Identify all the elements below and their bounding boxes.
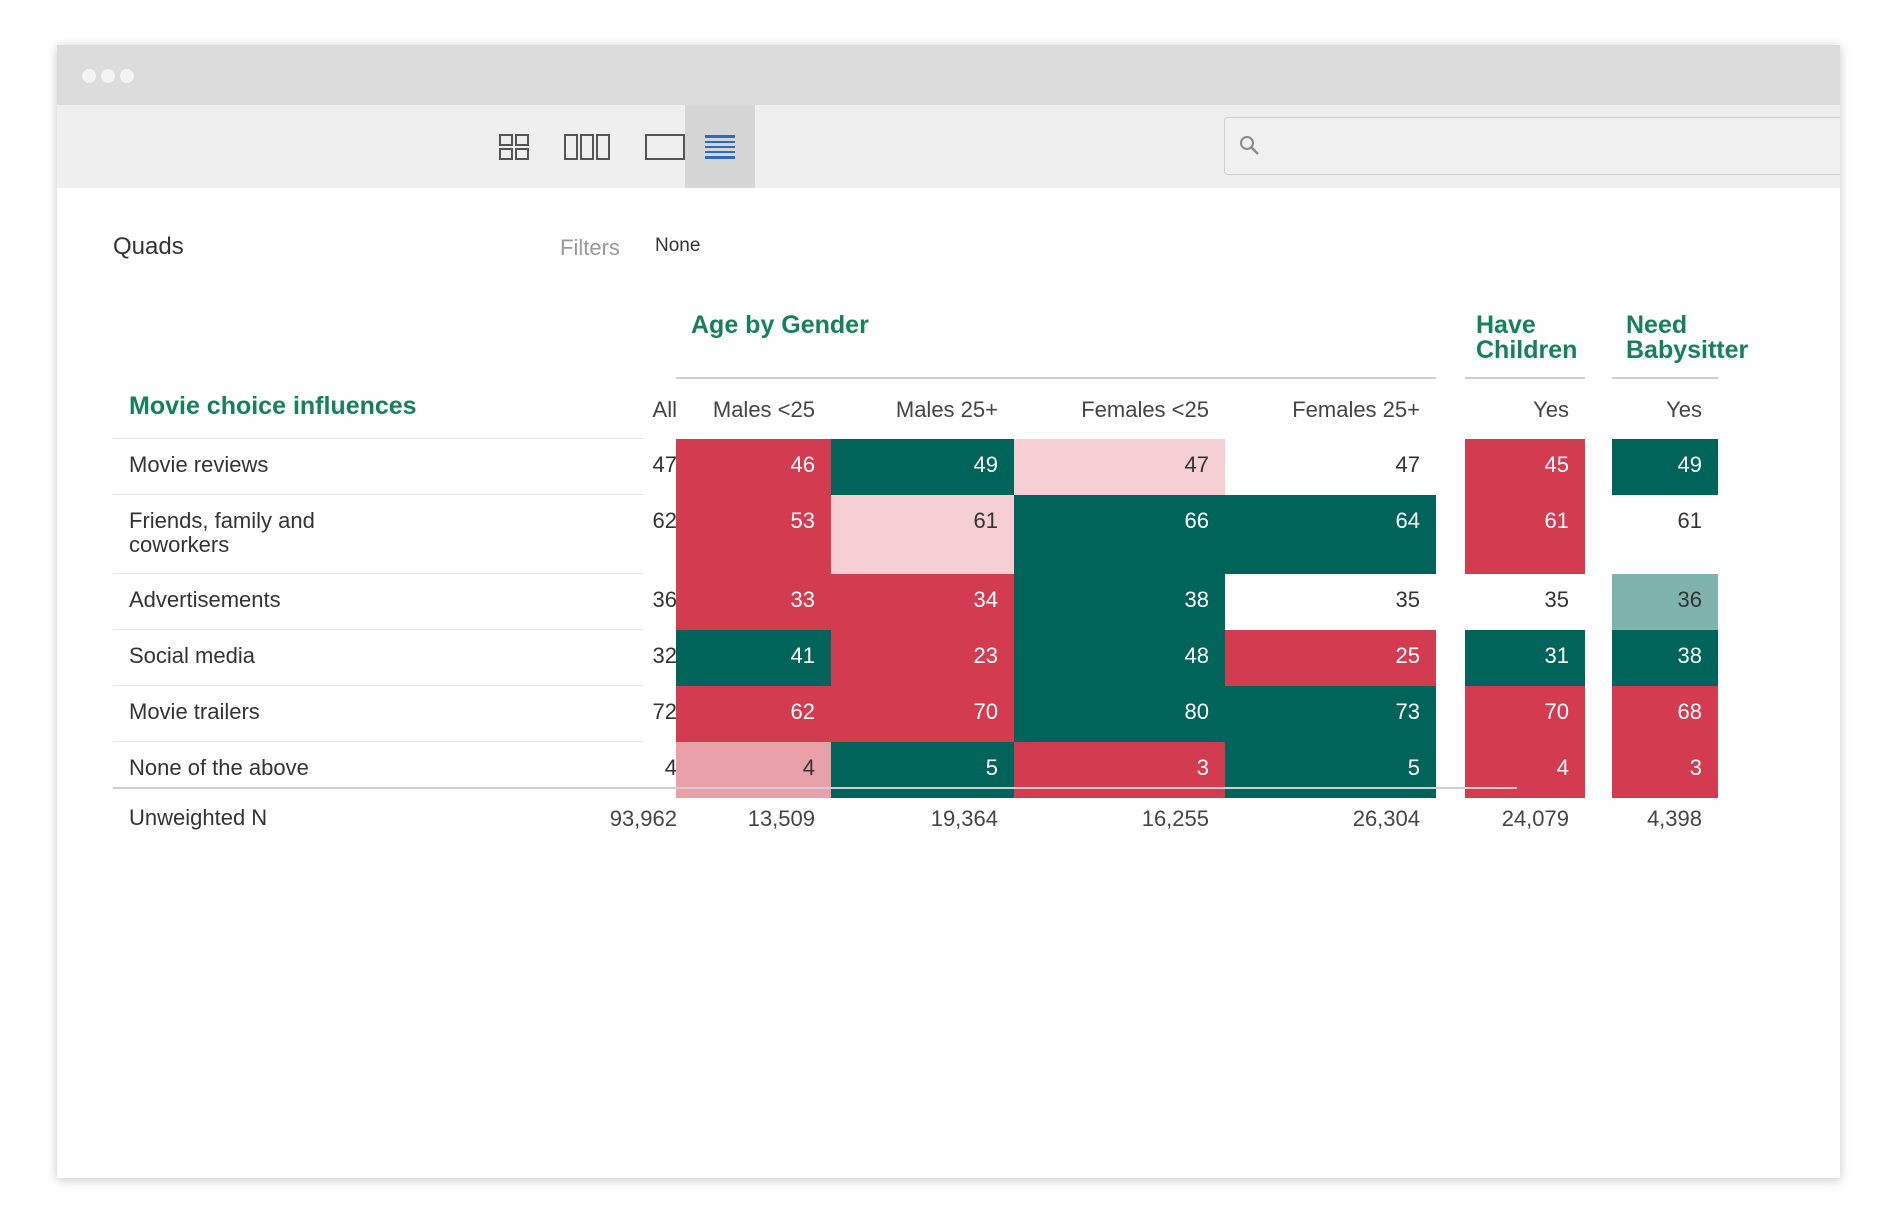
row-label[interactable]: Advertisements (113, 588, 363, 612)
table-cell[interactable]: 31 (1465, 630, 1585, 686)
table-cell[interactable]: 53 (676, 495, 831, 574)
row-divider (113, 629, 643, 630)
table-cell[interactable]: 25 (1225, 630, 1436, 686)
unweighted-n-value: 26,304 (1352, 806, 1420, 831)
group-header-age-gender: Age by Gender (691, 311, 869, 339)
table-cell[interactable]: 73 (1225, 686, 1436, 742)
table-cell[interactable]: 64 (1225, 495, 1436, 574)
table-cell[interactable]: 3 (1014, 742, 1225, 798)
table-view-icon (705, 134, 735, 159)
row-label[interactable]: Movie reviews (113, 453, 363, 477)
row-label[interactable]: Social media (113, 644, 363, 668)
unweighted-n-value: 24,079 (1501, 806, 1569, 831)
col-header-need-babysitter-yes[interactable]: Yes (1612, 397, 1718, 423)
table-cell[interactable]: 5 (1225, 742, 1436, 798)
row-divider (113, 438, 643, 439)
row-divider (113, 494, 643, 495)
grid-view-button[interactable] (486, 105, 542, 188)
footer-label: Unweighted N (129, 805, 268, 830)
table-cell[interactable]: 4 (1465, 742, 1585, 798)
table-cell[interactable]: 61 (1612, 495, 1718, 574)
app-window: Quads Filters None Age by Gender Have Ch… (57, 45, 1840, 1178)
table-cell[interactable]: 61 (831, 495, 1014, 574)
search-input[interactable] (1277, 118, 1840, 176)
columns-view-button[interactable] (551, 105, 623, 188)
window-dot[interactable] (120, 69, 134, 83)
table-cell[interactable]: 49 (831, 439, 1014, 495)
unweighted-n-value: 4,398 (1646, 806, 1702, 831)
col-header-have-children-yes[interactable]: Yes (1465, 397, 1585, 423)
title-bar (57, 45, 1840, 105)
footer-divider (113, 787, 1517, 789)
group-underline (676, 377, 1436, 379)
table-cell[interactable]: 3 (1612, 742, 1718, 798)
table-cell[interactable]: 47 (1225, 439, 1436, 495)
table-cell[interactable]: 33 (676, 574, 831, 630)
row-label[interactable]: Movie trailers (113, 700, 363, 724)
search-icon (1240, 136, 1259, 155)
row-divider (113, 741, 643, 742)
table-cell[interactable]: 38 (1014, 574, 1225, 630)
table-cell[interactable]: 66 (1014, 495, 1225, 574)
table-cell[interactable]: 80 (1014, 686, 1225, 742)
group-header-have-children: Have Children (1476, 311, 1578, 364)
col-header-males-under-25[interactable]: Males <25 (676, 397, 831, 423)
grid-view-icon (499, 133, 529, 160)
row-divider (113, 573, 643, 574)
page-title: Quads (113, 233, 184, 260)
filters-value[interactable]: None (655, 235, 700, 257)
table-cell[interactable]: 48 (1014, 630, 1225, 686)
col-header-males-25-plus[interactable]: Males 25+ (831, 397, 1014, 423)
table-cell[interactable]: 4 (676, 742, 831, 798)
group-header-need-babysitter: Need Babysitter (1626, 311, 1749, 364)
window-dot[interactable] (101, 69, 115, 83)
row-variable-title: Movie choice influences (129, 392, 417, 420)
window-dot[interactable] (82, 69, 96, 83)
table-cell[interactable]: 38 (1612, 630, 1718, 686)
table-cell[interactable]: 36 (1612, 574, 1718, 630)
table-cell[interactable]: 68 (1612, 686, 1718, 742)
table-cell[interactable]: 5 (831, 742, 1014, 798)
toolbar (57, 105, 1840, 188)
single-view-icon (645, 133, 685, 160)
group-underline (1612, 377, 1718, 379)
table-cell[interactable]: 47 (1014, 439, 1225, 495)
table-cell[interactable]: 62 (676, 686, 831, 742)
table-cell[interactable]: 70 (1465, 686, 1585, 742)
row-label[interactable]: None of the above (113, 756, 363, 780)
table-cell[interactable]: 35 (1465, 574, 1585, 630)
row-divider (113, 685, 643, 686)
table-cell[interactable]: 45 (1465, 439, 1585, 495)
search-field[interactable] (1224, 117, 1840, 176)
table-cell[interactable]: 35 (1225, 574, 1436, 630)
table-cell[interactable]: 34 (831, 574, 1014, 630)
table-cell[interactable]: 46 (676, 439, 831, 495)
group-underline (1465, 377, 1585, 379)
table-cell[interactable]: 70 (831, 686, 1014, 742)
table-view-button[interactable] (685, 105, 755, 188)
row-label[interactable]: Friends, family and coworkers (113, 509, 363, 557)
col-header-females-under-25[interactable]: Females <25 (1014, 397, 1225, 423)
col-header-females-25-plus[interactable]: Females 25+ (1225, 397, 1436, 423)
table-cell[interactable]: 49 (1612, 439, 1718, 495)
table-cell[interactable]: 23 (831, 630, 1014, 686)
table-cell[interactable]: 61 (1465, 495, 1585, 574)
columns-view-icon (564, 133, 610, 160)
filters-label[interactable]: Filters (560, 235, 620, 261)
table-cell[interactable]: 41 (676, 630, 831, 686)
